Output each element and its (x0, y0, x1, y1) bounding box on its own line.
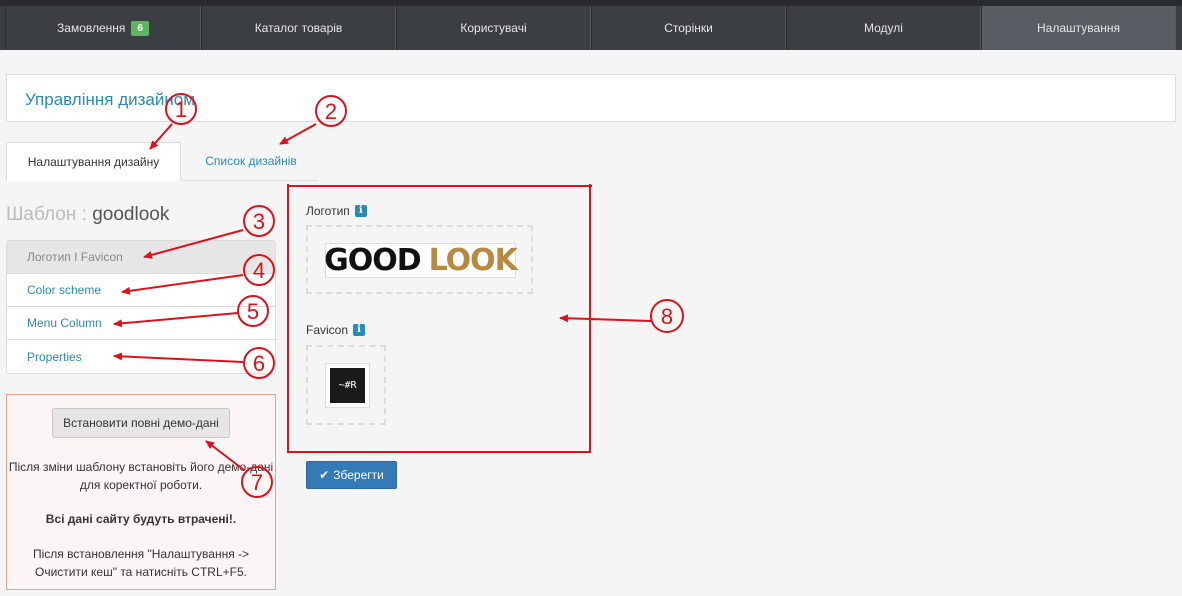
annotation-number-7: 7 (251, 470, 263, 495)
annotation-frame (287, 184, 591, 453)
annotation-arrow-8 (559, 314, 652, 323)
annotation-arrow-2 (279, 123, 317, 145)
annotation-number-8: 8 (661, 304, 673, 329)
annotation-arrow-7 (205, 440, 245, 471)
annotation-number-2: 2 (325, 99, 337, 124)
annotation-arrow-3 (143, 229, 244, 259)
annotation-arrow-5 (113, 312, 239, 328)
annotation-number-1: 1 (175, 97, 187, 122)
annotation-number-4: 4 (253, 258, 265, 283)
annotation-arrow-4 (121, 274, 244, 295)
annotation-number-6: 6 (253, 351, 265, 376)
annotation-number-5: 5 (247, 299, 259, 324)
annotation-arrow-6 (113, 352, 244, 363)
annotation-overlay: 1 2 3 4 5 6 7 8 (113, 93, 684, 498)
annotation-arrow-1 (149, 123, 173, 150)
annotation-number-3: 3 (253, 209, 265, 234)
